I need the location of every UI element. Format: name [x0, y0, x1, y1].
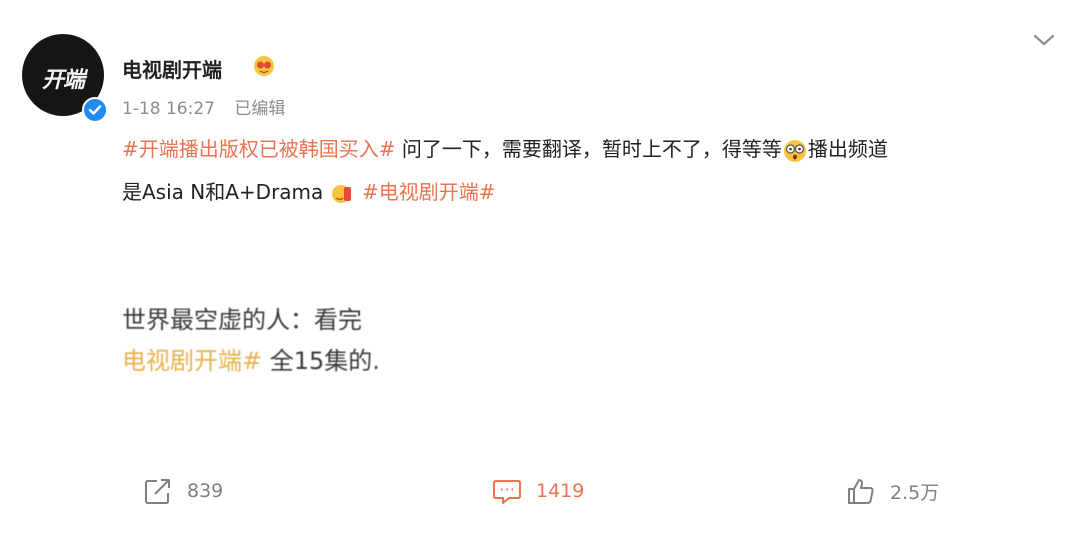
username[interactable]: 电视剧开端 — [122, 54, 222, 83]
share-count: 839 — [187, 480, 224, 502]
embedded-comment-tag: 电视剧开端# — [122, 347, 263, 375]
like-count: 2.5万 — [890, 481, 940, 504]
phone-emoji-icon — [331, 184, 351, 203]
post-text-3: 是Asia N和A+Drama — [122, 180, 324, 204]
fan-badge-icon — [254, 56, 274, 76]
like-icon — [848, 479, 874, 504]
like-button[interactable]: 2.5万 — [846, 476, 939, 506]
comment-button[interactable]: 1419 — [492, 476, 584, 506]
share-icon — [145, 479, 170, 504]
verified-icon — [82, 97, 108, 123]
embedded-comment-text: 全15集的. — [262, 347, 380, 375]
shocked-emoji-icon — [783, 139, 806, 162]
avatar-logo-text: 开端 — [41, 68, 85, 93]
edited-label[interactable]: 已编辑 — [234, 99, 285, 119]
share-button[interactable]: 839 — [143, 476, 223, 506]
topic-tag-1[interactable]: #开端播出版权已被韩国买入# — [122, 137, 396, 161]
post-text-1: 问了一下，需要翻译，暂时上不了，得等等 — [401, 137, 782, 161]
embedded-comment-line-1: 世界最空虚的人：看完 — [122, 306, 362, 334]
post-content: #开端播出版权已被韩国买入# 问了一下，需要翻译，暂时上不了，得等等 播出频道 … — [122, 128, 1052, 214]
embedded-comment-line-2: 电视剧开端# 全15集的. — [122, 341, 380, 376]
post-time[interactable]: 1-18 16:27 — [122, 99, 215, 119]
post-meta: 1-18 16:27 已编辑 — [122, 94, 285, 119]
topic-tag-2[interactable]: #电视剧开端# — [362, 180, 496, 204]
chevron-down-icon[interactable] — [1032, 32, 1056, 48]
comment-count: 1419 — [536, 480, 585, 502]
post-text-2: 播出频道 — [807, 137, 888, 161]
comment-icon — [493, 480, 521, 504]
